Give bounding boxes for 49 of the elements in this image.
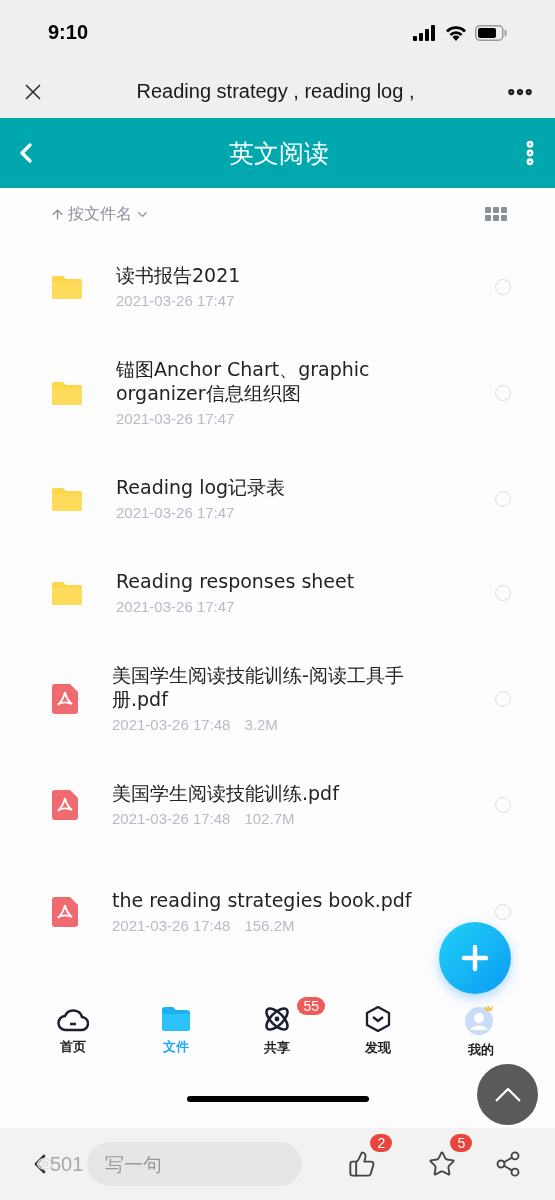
folder-icon [52, 380, 82, 406]
pdf-icon [52, 790, 78, 820]
file-name[interactable]: 锚图Anchor Chart、graphic organizer信息组织图 [116, 357, 415, 405]
file-name[interactable]: 美国学生阅读技能训练.pdf [112, 781, 415, 805]
modified-date: 2021-03-26 17:47 [116, 597, 235, 617]
count-badge: 5 [450, 1134, 473, 1152]
file-name[interactable]: Reading responses sheet [116, 569, 415, 593]
tab[interactable]: 我的 [460, 1003, 503, 1059]
grid-view-icon[interactable] [485, 207, 507, 221]
file-size: 102.7M [244, 809, 295, 829]
folder-title: 英文阅读 [227, 137, 330, 170]
modified-date: 2021-03-26 17:48 [112, 809, 231, 829]
folder-icon [52, 274, 82, 300]
add-button[interactable] [439, 922, 511, 994]
folder-icon [162, 1006, 191, 1032]
file-name[interactable]: 美国学生阅读技能训练-阅读工具手册.pdf [112, 663, 415, 711]
file-name[interactable]: 读书报告2021 [116, 263, 415, 287]
tab[interactable]: 首页 [52, 1006, 93, 1056]
file-name[interactable]: Reading log记录表 [116, 475, 415, 499]
count-badge: 55 [297, 997, 326, 1015]
clock-time: 9:10 [48, 21, 89, 44]
battery-icon [475, 24, 507, 41]
file-name[interactable]: the reading strategies book.pdf [112, 888, 415, 912]
comment-field[interactable]: 写一句 [87, 1142, 303, 1186]
tab[interactable]: 发现 [360, 1005, 395, 1057]
modified-date: 2021-03-26 17:47 [116, 409, 235, 429]
wifi-icon [445, 24, 467, 41]
file-size: 3.2M [244, 715, 278, 735]
tab[interactable]: 共享 [259, 1005, 296, 1057]
signal-icon [413, 24, 437, 41]
modified-date: 2021-03-26 17:47 [116, 503, 235, 523]
count-badge: 2 [370, 1134, 393, 1152]
modified-date: 2021-03-26 17:47 [116, 291, 235, 311]
modified-date: 2021-03-26 17:48 [112, 916, 231, 936]
modified-date: 2021-03-26 17:48 [112, 715, 231, 735]
pdf-icon [52, 897, 78, 927]
folder-icon [52, 580, 82, 606]
star-icon [428, 1150, 457, 1178]
chevron-up-icon [494, 1087, 521, 1102]
pdf-icon [52, 684, 78, 714]
file-size: 156.2M [244, 916, 295, 936]
folder-icon [52, 486, 82, 512]
scroll-top-button[interactable] [477, 1064, 538, 1125]
atom-icon [263, 1005, 292, 1033]
thumbs-up-icon [348, 1150, 377, 1178]
cloud-icon [56, 1006, 89, 1032]
view-count: 501 [50, 1152, 84, 1176]
page-title: Reading strategy , reading log , [135, 80, 416, 103]
hexagon-icon [364, 1005, 391, 1033]
